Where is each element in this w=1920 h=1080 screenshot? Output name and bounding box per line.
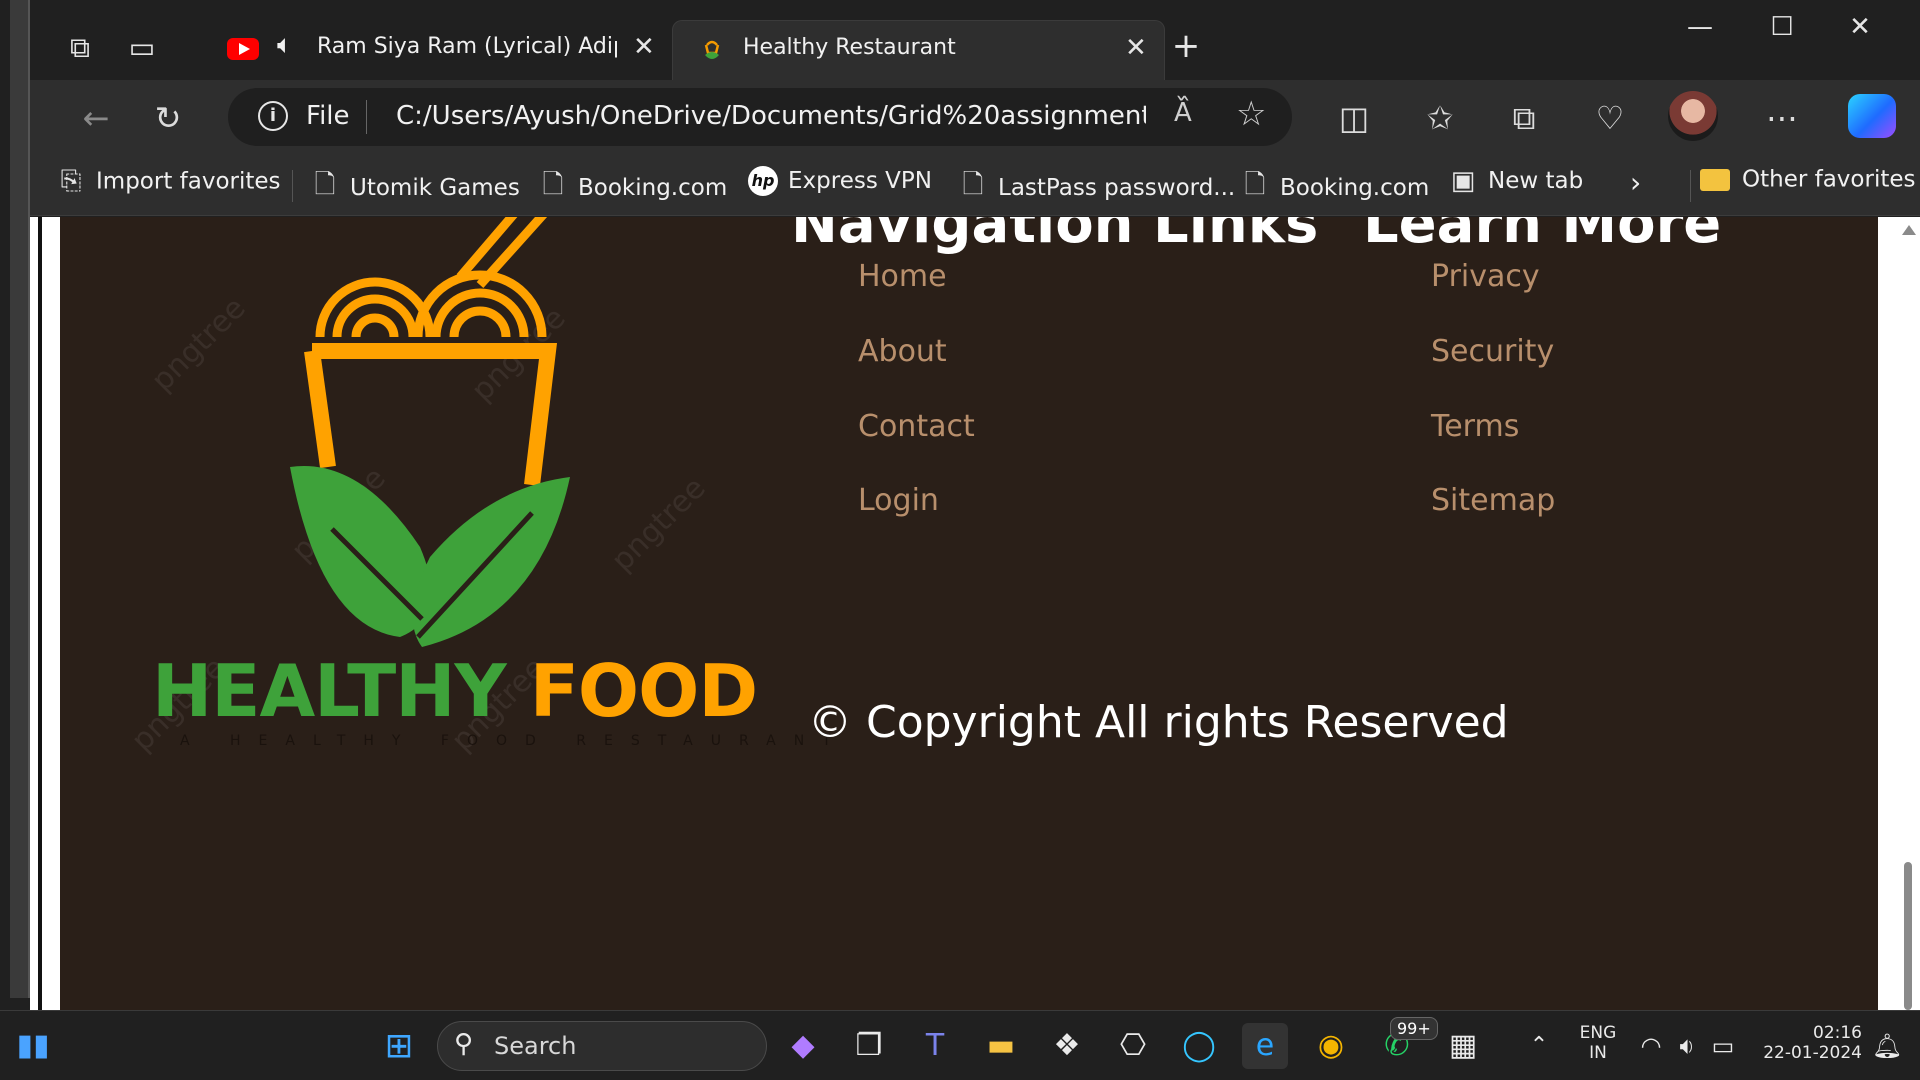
chevron-up-icon[interactable]: ⌃ — [1516, 1023, 1562, 1069]
footer-link-sitemap[interactable]: Sitemap — [1431, 483, 1555, 518]
scheme-label: File — [306, 101, 350, 131]
refresh-icon[interactable]: ↻ — [144, 94, 192, 142]
copilot-pre-icon[interactable]: ◆ — [780, 1023, 826, 1069]
footer-link-about[interactable]: About — [858, 334, 947, 369]
footer-link-login[interactable]: Login — [858, 483, 939, 518]
browser-window: ⧉ ▭ 🔈︎ Ram Siya Ram (Lyrical) Adip ✕ Hea… — [30, 0, 1920, 1010]
speaker-icon[interactable]: 🔈︎ — [277, 30, 293, 61]
cortana-icon[interactable]: ◯ — [1176, 1023, 1222, 1069]
battery-icon[interactable]: ▭ — [1700, 1023, 1746, 1069]
favorite-booking[interactable]: 🗋 Booking.com — [538, 166, 728, 204]
footer-link-contact[interactable]: Contact — [858, 409, 975, 444]
favorite-booking-2[interactable]: 🗋 Booking.com — [1240, 166, 1430, 204]
site-footer: pngtree pngtree pngtree pngtree pngtree … — [60, 217, 1878, 1010]
read-aloud-icon[interactable]: A᷈ — [1174, 98, 1192, 128]
browser-essentials-icon[interactable]: ♡ — [1586, 94, 1634, 142]
close-icon[interactable]: ✕ — [633, 32, 655, 62]
chatgpt-icon[interactable]: ⎔ — [1110, 1023, 1156, 1069]
nav-heading: Navigation Links — [791, 217, 1319, 256]
page-icon: 🗋 — [542, 170, 564, 200]
favorite-expressvpn[interactable]: hp Express VPN — [748, 166, 932, 204]
page-viewport: pngtree pngtree pngtree pngtree pngtree … — [30, 217, 1920, 1010]
favorite-utomik[interactable]: 🗋 Utomik Games — [310, 166, 520, 204]
calculator-icon[interactable]: ▦ — [1440, 1023, 1486, 1069]
url-text[interactable]: C:/Users/Ayush/OneDrive/Documents/Grid%2… — [396, 101, 1146, 131]
divider — [1690, 170, 1691, 202]
favorite-new-tab[interactable]: ▣ New tab — [1448, 166, 1584, 204]
footer-link-privacy[interactable]: Privacy — [1431, 259, 1540, 294]
avatar[interactable] — [1668, 91, 1718, 141]
newtab-icon: ▣ — [1450, 166, 1476, 196]
divider — [292, 170, 293, 202]
address-bar[interactable]: i File C:/Users/Ayush/OneDrive/Documents… — [228, 88, 1292, 146]
taskbar: ▮▮ ⊞ ⚲ Search ◆ ❐ T ▬ ❖ ⎔ ◯ e ◉ ✆ 99+ ▦ … — [0, 1010, 1920, 1080]
split-screen-icon[interactable]: ◫ — [1330, 94, 1378, 142]
widgets-icon[interactable]: ▮▮ — [10, 1023, 56, 1069]
hp-icon: hp — [748, 166, 778, 196]
back-icon[interactable]: ← — [72, 94, 120, 142]
notifications-icon[interactable]: 🔔︎ — [1864, 1023, 1910, 1069]
edge-icon[interactable]: e — [1242, 1023, 1288, 1069]
favorite-star-icon[interactable]: ☆ — [1236, 94, 1266, 134]
import-icon: ⎘ — [60, 166, 82, 196]
collections-icon[interactable]: ⧉ — [1500, 94, 1548, 142]
teams-icon[interactable]: T — [912, 1023, 958, 1069]
footer-link-security[interactable]: Security — [1431, 334, 1554, 369]
brand-word-healthy: HEALTHY — [152, 649, 507, 733]
workspaces-icon[interactable]: ⧉ — [60, 28, 100, 68]
close-window-icon[interactable]: ✕ — [1830, 12, 1890, 42]
screen: ⧉ ▭ 🔈︎ Ram Siya Ram (Lyrical) Adip ✕ Hea… — [0, 0, 1920, 1080]
footer-link-terms[interactable]: Terms — [1431, 409, 1519, 444]
page-icon: 🗋 — [1244, 170, 1266, 200]
more-icon[interactable]: ⋯ — [1758, 94, 1806, 142]
copyright-text: © Copyright All rights Reserved — [808, 697, 1509, 748]
brand-word-food: FOOD — [529, 649, 758, 733]
copilot-icon[interactable] — [1848, 94, 1896, 138]
clock[interactable]: 02:16 22-01-2024 — [1752, 1023, 1862, 1063]
minimize-icon[interactable]: — — [1670, 12, 1730, 42]
taskbar-search[interactable]: ⚲ Search — [437, 1021, 767, 1071]
youtube-icon — [227, 38, 259, 60]
info-icon[interactable]: i — [258, 101, 288, 131]
other-favorites[interactable]: Other favorites — [1700, 166, 1916, 204]
favorite-lastpass[interactable]: 🗋 LastPass password... — [958, 166, 1236, 204]
maximize-icon[interactable]: ☐ — [1752, 12, 1812, 42]
chevron-right-icon[interactable]: › — [1630, 166, 1641, 204]
folder-icon — [1700, 168, 1730, 191]
background-window — [0, 0, 30, 1010]
tab-healthy-restaurant[interactable]: Healthy Restaurant ✕ — [672, 20, 1165, 80]
favorites-icon[interactable]: ✩ — [1416, 94, 1464, 142]
favorites-bar: ⎘ Import favorites 🗋 Utomik Games 🗋 Booking… — [30, 154, 1920, 216]
scroll-up-icon[interactable] — [1902, 225, 1916, 235]
file-explorer-icon[interactable]: ▬ — [978, 1023, 1024, 1069]
chrome-icon[interactable]: ◉ — [1308, 1023, 1354, 1069]
new-tab-icon[interactable]: + — [1166, 26, 1206, 66]
favorite-import[interactable]: ⎘ Import favorites — [56, 166, 281, 204]
close-icon[interactable]: ✕ — [1125, 33, 1147, 63]
tab-strip: ⧉ ▭ 🔈︎ Ram Siya Ram (Lyrical) Adip ✕ Hea… — [30, 0, 1920, 80]
language-indicator[interactable]: ENG IN — [1578, 1023, 1618, 1063]
brand-tagline: A HEALTHY FOOD RESTAURANT — [180, 733, 849, 749]
search-label: Search — [494, 1032, 577, 1060]
page-icon: 🗋 — [314, 170, 336, 200]
brand-name: HEALTHY FOOD — [152, 649, 758, 733]
task-view-icon[interactable]: ❐ — [846, 1023, 892, 1069]
scrollbar[interactable] — [1896, 217, 1920, 1010]
footer-link-home[interactable]: Home — [858, 259, 947, 294]
toolbar: ← ↻ i File C:/Users/Ayush/OneDrive/Docum… — [30, 80, 1920, 154]
dropbox-icon[interactable]: ❖ — [1044, 1023, 1090, 1069]
start-icon[interactable]: ⊞ — [376, 1023, 422, 1069]
tab-youtube[interactable]: 🔈︎ Ram Siya Ram (Lyrical) Adip ✕ — [205, 20, 675, 80]
divider — [366, 100, 367, 134]
page-icon: 🗋 — [962, 170, 984, 200]
learn-more-heading: Learn More — [1363, 217, 1722, 256]
notification-badge: 99+ — [1390, 1017, 1438, 1040]
tab-title: Ram Siya Ram (Lyrical) Adip — [317, 34, 617, 59]
scrollbar-thumb[interactable] — [1904, 862, 1912, 1010]
tab-actions-icon[interactable]: ▭ — [122, 28, 162, 68]
restaurant-favicon — [704, 40, 720, 59]
tab-title: Healthy Restaurant — [743, 35, 956, 60]
search-icon: ⚲ — [454, 1029, 474, 1059]
page-edge — [30, 217, 42, 1010]
